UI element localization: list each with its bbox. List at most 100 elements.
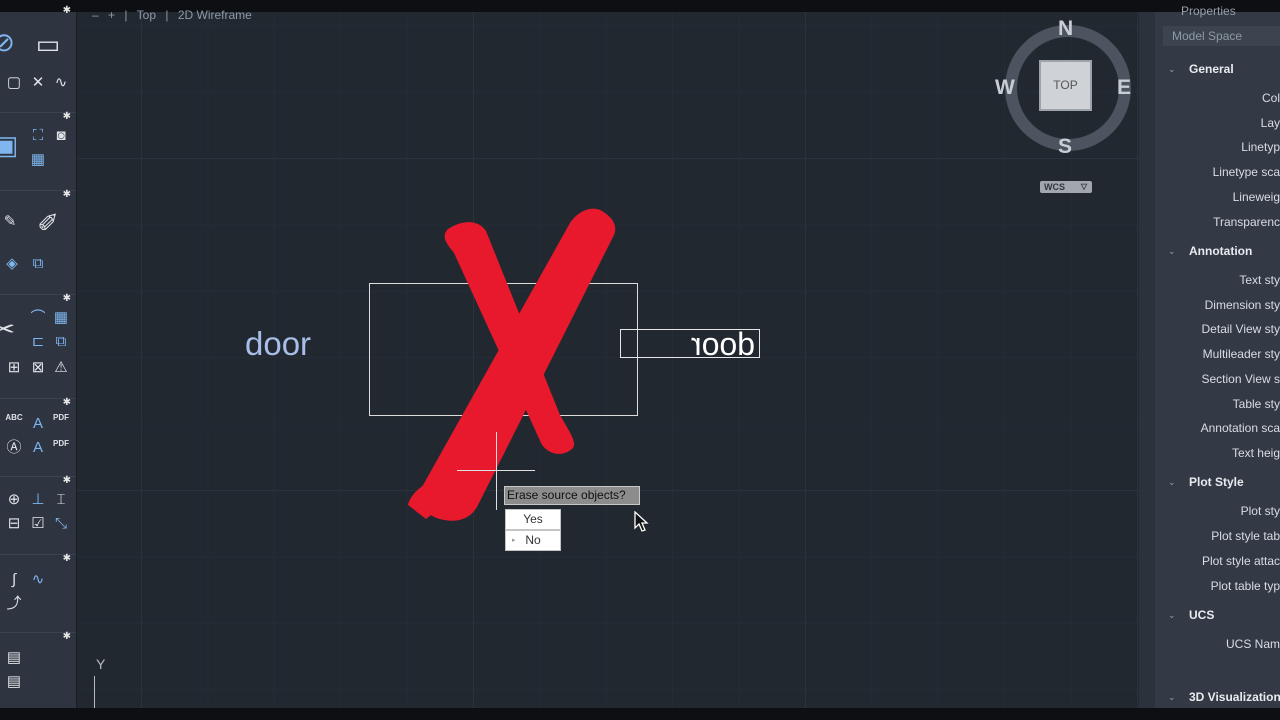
prop-multileader-style: Multileader sty: [1202, 347, 1280, 361]
chevron-down-icon[interactable]: ⌄: [1168, 610, 1176, 621]
view-cube[interactable]: TOP N S E W: [995, 17, 1134, 160]
center-mark-icon[interactable]: ⊕: [4, 491, 24, 511]
spline-icon[interactable]: ∫: [4, 571, 24, 591]
section-plot-style[interactable]: Plot Style: [1189, 475, 1244, 489]
line-tool-icon[interactable]: ⊘: [0, 28, 22, 58]
fillet-icon[interactable]: ⌒: [28, 309, 48, 329]
prop-lineweight: Lineweig: [1232, 190, 1280, 204]
find-text-icon[interactable]: Ⓐ: [4, 439, 24, 459]
prop-plot-style-attached: Plot style attac: [1201, 554, 1280, 568]
camera-icon[interactable]: ◙: [51, 127, 71, 147]
gear-icon[interactable]: ✱: [63, 632, 71, 642]
properties-title: Properties: [1181, 4, 1236, 18]
text-style-icon[interactable]: A: [28, 415, 48, 435]
check-icon[interactable]: ☑: [28, 515, 48, 535]
copy-icon[interactable]: ⧉: [51, 333, 71, 353]
gear-icon[interactable]: ✱: [63, 398, 71, 408]
mouse-cursor-icon: [634, 511, 649, 532]
section-annotation[interactable]: Annotation: [1189, 244, 1252, 258]
viewport-minus[interactable]: –: [92, 8, 99, 22]
prop-text-height: Text heig: [1231, 446, 1280, 460]
crop-icon[interactable]: ⛶: [28, 127, 48, 147]
trim-icon[interactable]: ✕: [28, 74, 48, 94]
section-general[interactable]: General: [1189, 62, 1234, 76]
gear-icon[interactable]: ✱: [63, 6, 71, 16]
offset-icon[interactable]: ⊏: [28, 333, 48, 353]
tag-pencil-icon[interactable]: ✐: [30, 209, 66, 239]
chevron-down-icon: ▽: [1080, 182, 1087, 191]
tool-palette: ✱ ⊘ ▭ ▢ ✕ ∿ ✱ ▣ ⛶ ◙ ▦ ✱ ✎ ✐ ◈ ⧉ ✱ ✂ ⌒ ▦ …: [0, 6, 77, 709]
section-3d-visualization[interactable]: 3D Visualization: [1189, 690, 1280, 704]
app-window: ✱ ⊘ ▭ ▢ ✕ ∿ ✱ ▣ ⛶ ◙ ▦ ✱ ✎ ✐ ◈ ⧉ ✱ ✂ ⌒ ▦ …: [0, 0, 1280, 720]
gear-icon[interactable]: ✱: [63, 190, 71, 200]
compass-east[interactable]: E: [1117, 76, 1131, 100]
option-no[interactable]: ▸ No: [505, 530, 561, 551]
layer-state-icon[interactable]: ▤: [4, 649, 24, 669]
compass-south[interactable]: S: [1058, 135, 1072, 159]
chevron-down-icon[interactable]: ⌄: [1168, 692, 1176, 703]
gear-icon[interactable]: ✱: [63, 294, 71, 304]
cube-top-face[interactable]: TOP: [1039, 60, 1092, 111]
prop-color: Col: [1261, 91, 1280, 105]
layer-group: ✱ ▤ ▤: [0, 632, 76, 709]
viewport-controls[interactable]: – + | Top | 2D Wireframe: [92, 8, 258, 22]
mirrored-door-text[interactable]: door: [684, 325, 762, 363]
text-edit-icon[interactable]: A: [28, 439, 48, 459]
pdf-import-icon[interactable]: PDF: [51, 413, 71, 433]
prop-plot-table-type: Plot table typ: [1210, 579, 1280, 593]
gear-icon[interactable]: ✱: [63, 554, 71, 564]
erase-icon[interactable]: ⚠: [51, 359, 71, 379]
curve-icon[interactable]: ∿: [28, 571, 48, 591]
door-text[interactable]: door: [245, 324, 311, 364]
option-yes[interactable]: Yes: [505, 509, 561, 530]
linear-dim-icon[interactable]: ⊥: [28, 491, 48, 511]
polyline-icon[interactable]: ∿: [51, 74, 71, 94]
hatch-icon[interactable]: ▦: [28, 151, 48, 171]
section-ucs[interactable]: UCS: [1189, 608, 1214, 622]
wcs-dropdown[interactable]: WCS ▽: [1040, 181, 1092, 193]
spellcheck-icon[interactable]: ABC: [4, 413, 24, 433]
compass-west[interactable]: W: [995, 76, 1015, 100]
erase-source-prompt: Erase source objects?: [504, 486, 640, 505]
scissors-icon[interactable]: ✂: [0, 315, 22, 345]
crosshair-vertical: [496, 432, 497, 510]
prop-linetype-scale: Linetype sca: [1212, 165, 1280, 179]
compass-north[interactable]: N: [1058, 17, 1073, 41]
join-icon[interactable]: ⊠: [28, 359, 48, 379]
prop-linetype: Linetyp: [1241, 140, 1280, 154]
pdf-text-icon[interactable]: PDF: [51, 439, 71, 459]
gear-icon[interactable]: ✱: [63, 476, 71, 486]
baseline-dim-icon[interactable]: ⌶: [51, 491, 71, 511]
visual-style[interactable]: 2D Wireframe: [178, 8, 252, 22]
edit-pencil-icon[interactable]: ✎: [0, 213, 20, 233]
viewport-plus[interactable]: +: [108, 8, 115, 22]
chevron-down-icon[interactable]: ⌄: [1168, 246, 1176, 257]
group-icon[interactable]: ⧉: [28, 255, 48, 275]
node-icon[interactable]: ⤴: [4, 595, 24, 615]
prop-text-style: Text sty: [1239, 273, 1280, 287]
prop-detail-view-style: Detail View sty: [1201, 322, 1280, 336]
viewport-icon[interactable]: ▣: [0, 131, 24, 161]
ucs-y-axis-label: Y: [96, 656, 106, 672]
dim-space-icon[interactable]: ⊟: [4, 515, 24, 535]
submenu-arrow-icon: ▸: [512, 537, 516, 544]
prop-layer: Lay: [1260, 116, 1280, 130]
view-name[interactable]: Top: [137, 8, 156, 22]
rectangle-tool-icon[interactable]: ▭: [30, 30, 66, 60]
option-no-label: No: [525, 533, 541, 547]
status-bar: [0, 708, 1280, 720]
draw-group: ✱ ⊘ ▭ ▢ ✕ ∿: [0, 6, 76, 112]
polygon-icon[interactable]: ▢: [4, 74, 24, 94]
chevron-down-icon[interactable]: ⌄: [1168, 477, 1176, 488]
gear-icon[interactable]: ✱: [63, 112, 71, 122]
option-yes-label: Yes: [523, 512, 543, 526]
tag-icon[interactable]: ◈: [2, 255, 22, 275]
prop-ucs-name: UCS Nam: [1225, 637, 1280, 651]
model-space-select[interactable]: Model Space: [1163, 26, 1280, 46]
chevron-down-icon[interactable]: ⌄: [1168, 64, 1176, 75]
leader-icon[interactable]: ⤡: [51, 515, 71, 535]
layer-match-icon[interactable]: ▤: [4, 673, 24, 693]
array-icon[interactable]: ▦: [51, 309, 71, 329]
dimension-group: ✱ ⊕ ⊥ ⌶ ⊟ ☑ ⤡: [0, 476, 76, 555]
explode-icon[interactable]: ⊞: [4, 359, 24, 379]
